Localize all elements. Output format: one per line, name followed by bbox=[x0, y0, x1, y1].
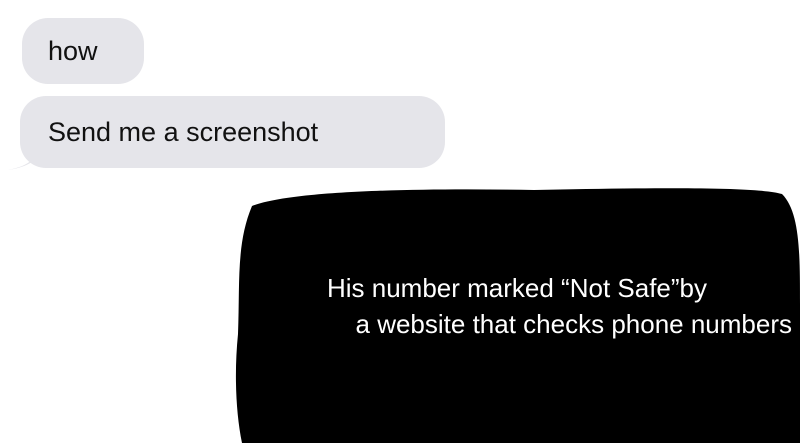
incoming-message-bubble[interactable]: Send me a screenshot bbox=[20, 96, 445, 168]
message-text: Send me a screenshot bbox=[48, 116, 319, 147]
message-text: how bbox=[48, 35, 98, 66]
redaction-caption: His number marked “Not Safe”by a website… bbox=[234, 270, 800, 342]
incoming-message-bubble[interactable]: how bbox=[22, 18, 144, 84]
message-thread: how Send me a screenshot His number mark… bbox=[0, 0, 800, 443]
caption-line: a website that checks phone numbers bbox=[355, 309, 792, 339]
caption-line: His number marked “Not Safe”by bbox=[326, 273, 708, 303]
